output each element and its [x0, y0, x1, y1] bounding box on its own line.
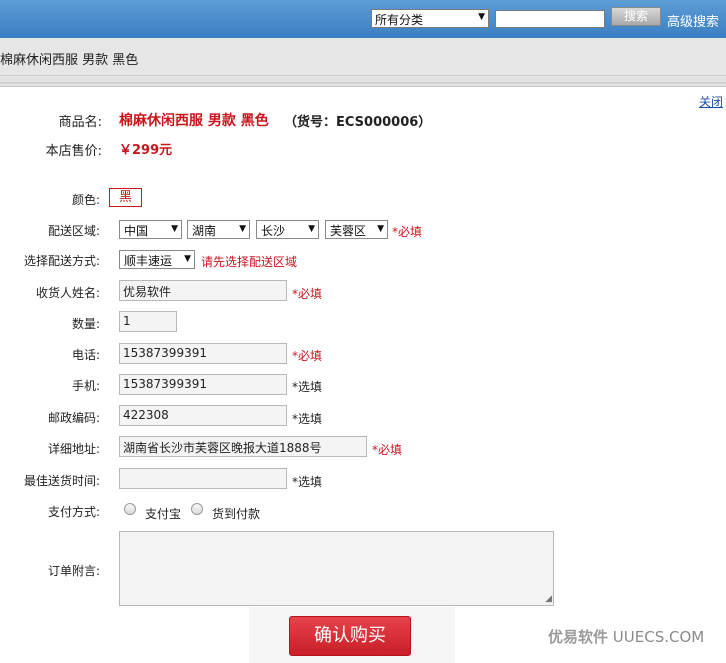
- mobile-optional: *选填: [292, 380, 323, 394]
- product-price: ￥299元: [119, 143, 173, 158]
- country-select[interactable]: 中国 ▼: [119, 220, 182, 239]
- note-textarea[interactable]: ◢: [119, 531, 554, 606]
- divider: [0, 82, 726, 84]
- phone-input[interactable]: 15387399391: [119, 343, 287, 364]
- top-bar: 所有分类 ▼ 搜索 高级搜索: [0, 0, 726, 38]
- receiver-required: *必填: [292, 287, 323, 301]
- zip-input[interactable]: 422308: [119, 405, 287, 426]
- search-button[interactable]: 搜索: [611, 7, 661, 26]
- delivery-time-input[interactable]: [119, 468, 287, 489]
- watermark-cn: 优易软件: [548, 628, 609, 646]
- country-select-value: 中国: [124, 224, 149, 238]
- payment-radio-alipay[interactable]: [124, 503, 136, 515]
- region-required: *必填: [392, 225, 423, 239]
- address-label: 详细地址:: [47, 442, 100, 456]
- zip-optional: *选填: [292, 412, 323, 426]
- chevron-down-icon: ▼: [171, 224, 178, 234]
- payment-option-alipay: 支付宝: [145, 507, 182, 521]
- category-select-value: 所有分类: [375, 13, 424, 27]
- city-select-value: 长沙: [261, 224, 286, 238]
- payment-option-cod: 货到付款: [212, 507, 261, 521]
- delivery-time-label: 最佳送货时间:: [23, 474, 100, 488]
- address-input[interactable]: 湖南省长沙市芙蓉区晚报大道1888号: [119, 436, 367, 457]
- district-select[interactable]: 芙蓉区 ▼: [325, 220, 388, 239]
- color-label: 颜色:: [71, 193, 100, 207]
- phone-required: *必填: [292, 349, 323, 363]
- province-select[interactable]: 湖南 ▼: [187, 220, 250, 239]
- zip-label: 邮政编码:: [47, 411, 100, 425]
- mobile-label: 手机:: [71, 379, 100, 393]
- chevron-down-icon: ▼: [478, 12, 485, 22]
- resize-grip-icon[interactable]: ◢: [545, 595, 552, 604]
- payment-label: 支付方式:: [47, 505, 100, 519]
- category-select[interactable]: 所有分类 ▼: [371, 9, 489, 28]
- price-label: 本店售价:: [45, 144, 102, 159]
- close-link[interactable]: 关闭: [699, 93, 723, 110]
- shipping-select[interactable]: 顺丰速运 ▼: [119, 250, 195, 269]
- payment-radio-cod[interactable]: [191, 503, 203, 515]
- color-option-black[interactable]: 黑: [109, 188, 142, 207]
- confirm-purchase-button[interactable]: 确认购买: [289, 616, 411, 656]
- region-label: 配送区域:: [47, 224, 100, 238]
- note-label: 订单附言:: [47, 564, 100, 578]
- breadcrumb: 棉麻休闲西服 男款 黑色: [0, 53, 139, 68]
- watermark-en: UUECS.COM: [612, 628, 705, 646]
- city-select[interactable]: 长沙 ▼: [256, 220, 319, 239]
- product-sku: （货号：ECS000006）: [284, 115, 432, 130]
- chevron-down-icon: ▼: [308, 224, 315, 234]
- quantity-label: 数量:: [71, 317, 100, 331]
- phone-label: 电话:: [71, 348, 100, 362]
- chevron-down-icon: ▼: [184, 254, 191, 264]
- advanced-search-link[interactable]: 高级搜索: [667, 11, 719, 30]
- mobile-input[interactable]: 15387399391: [119, 374, 287, 395]
- shipping-warning: 请先选择配送区域: [201, 255, 298, 269]
- product-name-label: 商品名:: [58, 115, 102, 130]
- search-input[interactable]: [495, 10, 605, 28]
- receiver-label: 收货人姓名:: [35, 286, 100, 300]
- product-name: 棉麻休闲西服 男款 黑色: [119, 113, 269, 129]
- chevron-down-icon: ▼: [377, 224, 384, 234]
- province-select-value: 湖南: [192, 224, 217, 238]
- receiver-input[interactable]: 优易软件: [119, 280, 287, 301]
- purchase-panel: 关闭 商品名: 棉麻休闲西服 男款 黑色 （货号：ECS000006） 本店售价…: [0, 86, 726, 663]
- chevron-down-icon: ▼: [239, 224, 246, 234]
- watermark: 优易软件 UUECS.COM: [542, 624, 722, 650]
- district-select-value: 芙蓉区: [330, 224, 367, 238]
- shipping-label: 选择配送方式:: [23, 254, 100, 268]
- delivery-time-optional: *选填: [292, 475, 323, 489]
- shipping-select-value: 顺丰速运: [124, 254, 173, 268]
- breadcrumb-bar: 棉麻休闲西服 男款 黑色: [0, 38, 726, 76]
- quantity-input[interactable]: 1: [119, 311, 177, 332]
- address-required: *必填: [372, 443, 403, 457]
